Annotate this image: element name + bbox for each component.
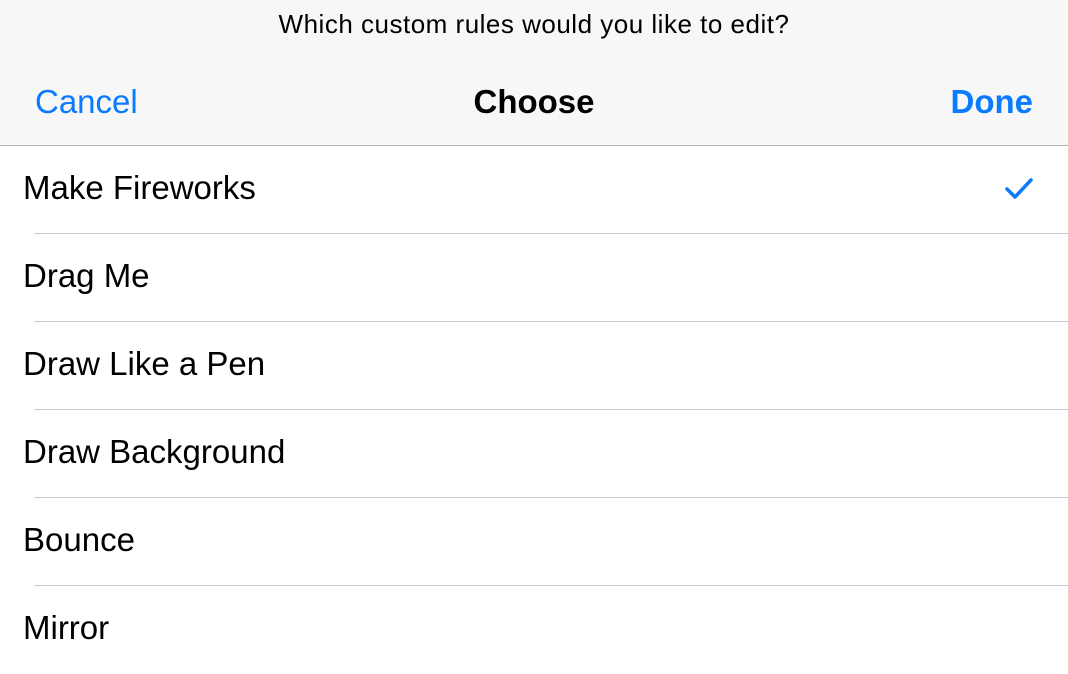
done-button[interactable]: Done — [951, 82, 1034, 122]
list-item-label: Drag Me — [23, 257, 150, 294]
page-title: Choose — [473, 83, 595, 120]
list-item-drag-me[interactable]: Drag Me — [0, 234, 1068, 322]
list-item-mirror[interactable]: Mirror — [0, 586, 1068, 674]
list-item-label: Bounce — [23, 521, 135, 558]
list-item-make-fireworks[interactable]: Make Fireworks — [0, 146, 1068, 234]
list-item-label: Make Fireworks — [23, 169, 256, 206]
checkmark-icon — [1005, 178, 1033, 199]
list-item-label: Draw Background — [23, 433, 286, 470]
rules-list: Make Fireworks Drag Me Draw Like a Pen D… — [0, 146, 1068, 674]
list-item-draw-background[interactable]: Draw Background — [0, 410, 1068, 498]
list-item-draw-like-a-pen[interactable]: Draw Like a Pen — [0, 322, 1068, 410]
prompt-text: Which custom rules would you like to edi… — [278, 9, 790, 39]
navigation-bar: Which custom rules would you like to edi… — [0, 0, 1068, 146]
list-item-label: Mirror — [23, 609, 110, 646]
list-item-label: Draw Like a Pen — [23, 345, 266, 382]
list-item-bounce[interactable]: Bounce — [0, 498, 1068, 586]
